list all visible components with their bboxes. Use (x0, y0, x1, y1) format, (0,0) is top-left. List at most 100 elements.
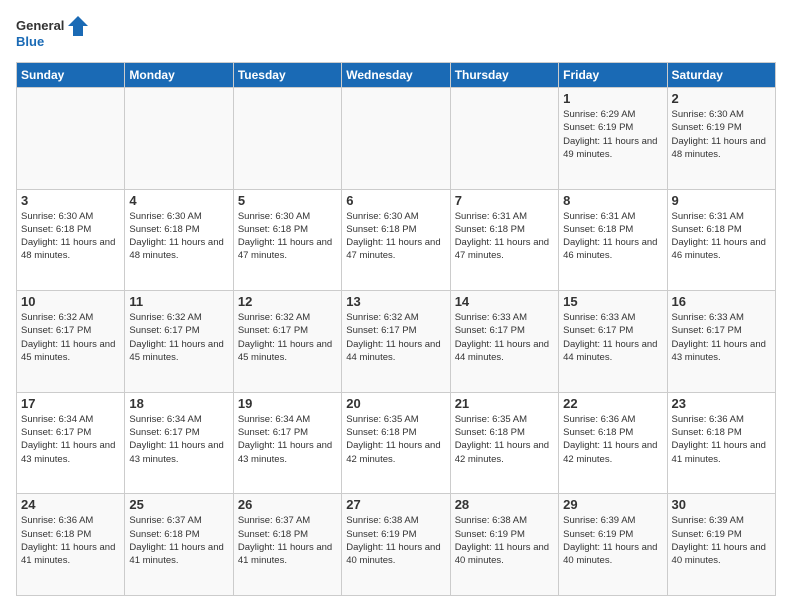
day-cell: 8 Sunrise: 6:31 AM Sunset: 6:18 PM Daylig… (559, 189, 667, 291)
col-header-saturday: Saturday (667, 63, 775, 88)
day-info: Sunrise: 6:32 AM Sunset: 6:17 PM Dayligh… (129, 311, 228, 364)
day-cell: 24Sunrise: 6:36 AM Sunset: 6:18 PM Dayli… (17, 494, 125, 596)
day-cell: 19 Sunrise: 6:34 AM Sunset: 6:17 PM Dayli… (233, 392, 341, 494)
day-cell: 3Sunrise: 6:30 AM Sunset: 6:18 PM Daylig… (17, 189, 125, 291)
day-cell: 30Sunrise: 6:39 AM Sunset: 6:19 PM Dayli… (667, 494, 775, 596)
day-info: Sunrise: 6:35 AM Sunset: 6:18 PM Dayligh… (455, 413, 554, 466)
day-cell: 16 Sunrise: 6:33 AM Sunset: 6:17 PM Dayli… (667, 291, 775, 393)
day-number: 29 (563, 497, 662, 512)
day-cell: 9 Sunrise: 6:31 AM Sunset: 6:18 PM Daylig… (667, 189, 775, 291)
day-number: 13 (346, 294, 445, 309)
day-info: Sunrise: 6:32 AM Sunset: 6:17 PM Dayligh… (238, 311, 337, 364)
day-info: Sunrise: 6:33 AM Sunset: 6:17 PM Dayligh… (455, 311, 554, 364)
day-number: 1 (563, 91, 662, 106)
col-header-friday: Friday (559, 63, 667, 88)
day-info: Sunrise: 6:34 AM Sunset: 6:17 PM Dayligh… (238, 413, 337, 466)
day-cell: 26 Sunrise: 6:37 AM Sunset: 6:18 PM Dayli… (233, 494, 341, 596)
day-cell: 21 Sunrise: 6:35 AM Sunset: 6:18 PM Dayli… (450, 392, 558, 494)
calendar: SundayMondayTuesdayWednesdayThursdayFrid… (16, 62, 776, 596)
day-cell: 23 Sunrise: 6:36 AM Sunset: 6:18 PM Dayli… (667, 392, 775, 494)
day-cell: 10 Sunrise: 6:32 AM Sunset: 6:17 PM Dayli… (17, 291, 125, 393)
day-number: 10 (21, 294, 120, 309)
day-cell: 17 Sunrise: 6:34 AM Sunset: 6:17 PM Dayli… (17, 392, 125, 494)
day-cell: 27 Sunrise: 6:38 AM Sunset: 6:19 PM Dayli… (342, 494, 450, 596)
day-cell: 12 Sunrise: 6:32 AM Sunset: 6:17 PM Dayli… (233, 291, 341, 393)
day-number: 3 (21, 193, 120, 208)
day-info: Sunrise: 6:30 AM Sunset: 6:18 PM Dayligh… (129, 210, 228, 263)
day-number: 19 (238, 396, 337, 411)
svg-text:Blue: Blue (16, 34, 44, 49)
day-cell: 15Sunrise: 6:33 AM Sunset: 6:17 PM Dayli… (559, 291, 667, 393)
week-row-5: 24Sunrise: 6:36 AM Sunset: 6:18 PM Dayli… (17, 494, 776, 596)
day-info: Sunrise: 6:39 AM Sunset: 6:19 PM Dayligh… (563, 514, 662, 567)
day-number: 17 (21, 396, 120, 411)
day-info: Sunrise: 6:31 AM Sunset: 6:18 PM Dayligh… (563, 210, 662, 263)
day-info: Sunrise: 6:39 AM Sunset: 6:19 PM Dayligh… (672, 514, 771, 567)
logo-svg: General Blue (16, 16, 88, 52)
day-number: 24 (21, 497, 120, 512)
day-info: Sunrise: 6:34 AM Sunset: 6:17 PM Dayligh… (21, 413, 120, 466)
day-info: Sunrise: 6:38 AM Sunset: 6:19 PM Dayligh… (346, 514, 445, 567)
day-number: 11 (129, 294, 228, 309)
day-cell: 4 Sunrise: 6:30 AM Sunset: 6:18 PM Daylig… (125, 189, 233, 291)
day-cell: 14 Sunrise: 6:33 AM Sunset: 6:17 PM Dayli… (450, 291, 558, 393)
day-info: Sunrise: 6:30 AM Sunset: 6:18 PM Dayligh… (346, 210, 445, 263)
day-number: 2 (672, 91, 771, 106)
day-info: Sunrise: 6:32 AM Sunset: 6:17 PM Dayligh… (21, 311, 120, 364)
day-info: Sunrise: 6:33 AM Sunset: 6:17 PM Dayligh… (563, 311, 662, 364)
day-number: 27 (346, 497, 445, 512)
day-cell (125, 88, 233, 190)
day-info: Sunrise: 6:38 AM Sunset: 6:19 PM Dayligh… (455, 514, 554, 567)
day-number: 7 (455, 193, 554, 208)
week-row-4: 17 Sunrise: 6:34 AM Sunset: 6:17 PM Dayli… (17, 392, 776, 494)
day-number: 20 (346, 396, 445, 411)
day-number: 21 (455, 396, 554, 411)
day-number: 8 (563, 193, 662, 208)
day-info: Sunrise: 6:37 AM Sunset: 6:18 PM Dayligh… (129, 514, 228, 567)
day-info: Sunrise: 6:36 AM Sunset: 6:18 PM Dayligh… (672, 413, 771, 466)
logo: General Blue (16, 16, 88, 52)
day-cell: 13 Sunrise: 6:32 AM Sunset: 6:17 PM Dayli… (342, 291, 450, 393)
svg-text:General: General (16, 18, 64, 33)
day-cell: 22Sunrise: 6:36 AM Sunset: 6:18 PM Dayli… (559, 392, 667, 494)
day-number: 9 (672, 193, 771, 208)
day-cell: 28 Sunrise: 6:38 AM Sunset: 6:19 PM Dayli… (450, 494, 558, 596)
day-info: Sunrise: 6:33 AM Sunset: 6:17 PM Dayligh… (672, 311, 771, 364)
day-cell (342, 88, 450, 190)
day-info: Sunrise: 6:37 AM Sunset: 6:18 PM Dayligh… (238, 514, 337, 567)
calendar-header-row: SundayMondayTuesdayWednesdayThursdayFrid… (17, 63, 776, 88)
day-number: 26 (238, 497, 337, 512)
col-header-tuesday: Tuesday (233, 63, 341, 88)
week-row-3: 10 Sunrise: 6:32 AM Sunset: 6:17 PM Dayli… (17, 291, 776, 393)
day-cell: 5Sunrise: 6:30 AM Sunset: 6:18 PM Daylig… (233, 189, 341, 291)
col-header-sunday: Sunday (17, 63, 125, 88)
day-info: Sunrise: 6:34 AM Sunset: 6:17 PM Dayligh… (129, 413, 228, 466)
day-number: 16 (672, 294, 771, 309)
page: General Blue SundayMondayTuesdayWednesda… (0, 0, 792, 612)
col-header-monday: Monday (125, 63, 233, 88)
day-info: Sunrise: 6:32 AM Sunset: 6:17 PM Dayligh… (346, 311, 445, 364)
header: General Blue (16, 16, 776, 52)
col-header-thursday: Thursday (450, 63, 558, 88)
day-cell (233, 88, 341, 190)
day-number: 25 (129, 497, 228, 512)
day-info: Sunrise: 6:36 AM Sunset: 6:18 PM Dayligh… (563, 413, 662, 466)
day-cell: 11 Sunrise: 6:32 AM Sunset: 6:17 PM Dayli… (125, 291, 233, 393)
day-number: 14 (455, 294, 554, 309)
day-cell: 7 Sunrise: 6:31 AM Sunset: 6:18 PM Daylig… (450, 189, 558, 291)
day-cell: 20Sunrise: 6:35 AM Sunset: 6:18 PM Dayli… (342, 392, 450, 494)
day-number: 4 (129, 193, 228, 208)
day-cell (450, 88, 558, 190)
day-number: 6 (346, 193, 445, 208)
day-number: 28 (455, 497, 554, 512)
week-row-1: 1 Sunrise: 6:29 AM Sunset: 6:19 PM Daylig… (17, 88, 776, 190)
day-cell: 18Sunrise: 6:34 AM Sunset: 6:17 PM Dayli… (125, 392, 233, 494)
col-header-wednesday: Wednesday (342, 63, 450, 88)
day-number: 12 (238, 294, 337, 309)
day-info: Sunrise: 6:31 AM Sunset: 6:18 PM Dayligh… (455, 210, 554, 263)
day-info: Sunrise: 6:30 AM Sunset: 6:18 PM Dayligh… (238, 210, 337, 263)
day-cell: 25 Sunrise: 6:37 AM Sunset: 6:18 PM Dayli… (125, 494, 233, 596)
day-info: Sunrise: 6:29 AM Sunset: 6:19 PM Dayligh… (563, 108, 662, 161)
day-info: Sunrise: 6:31 AM Sunset: 6:18 PM Dayligh… (672, 210, 771, 263)
day-number: 23 (672, 396, 771, 411)
